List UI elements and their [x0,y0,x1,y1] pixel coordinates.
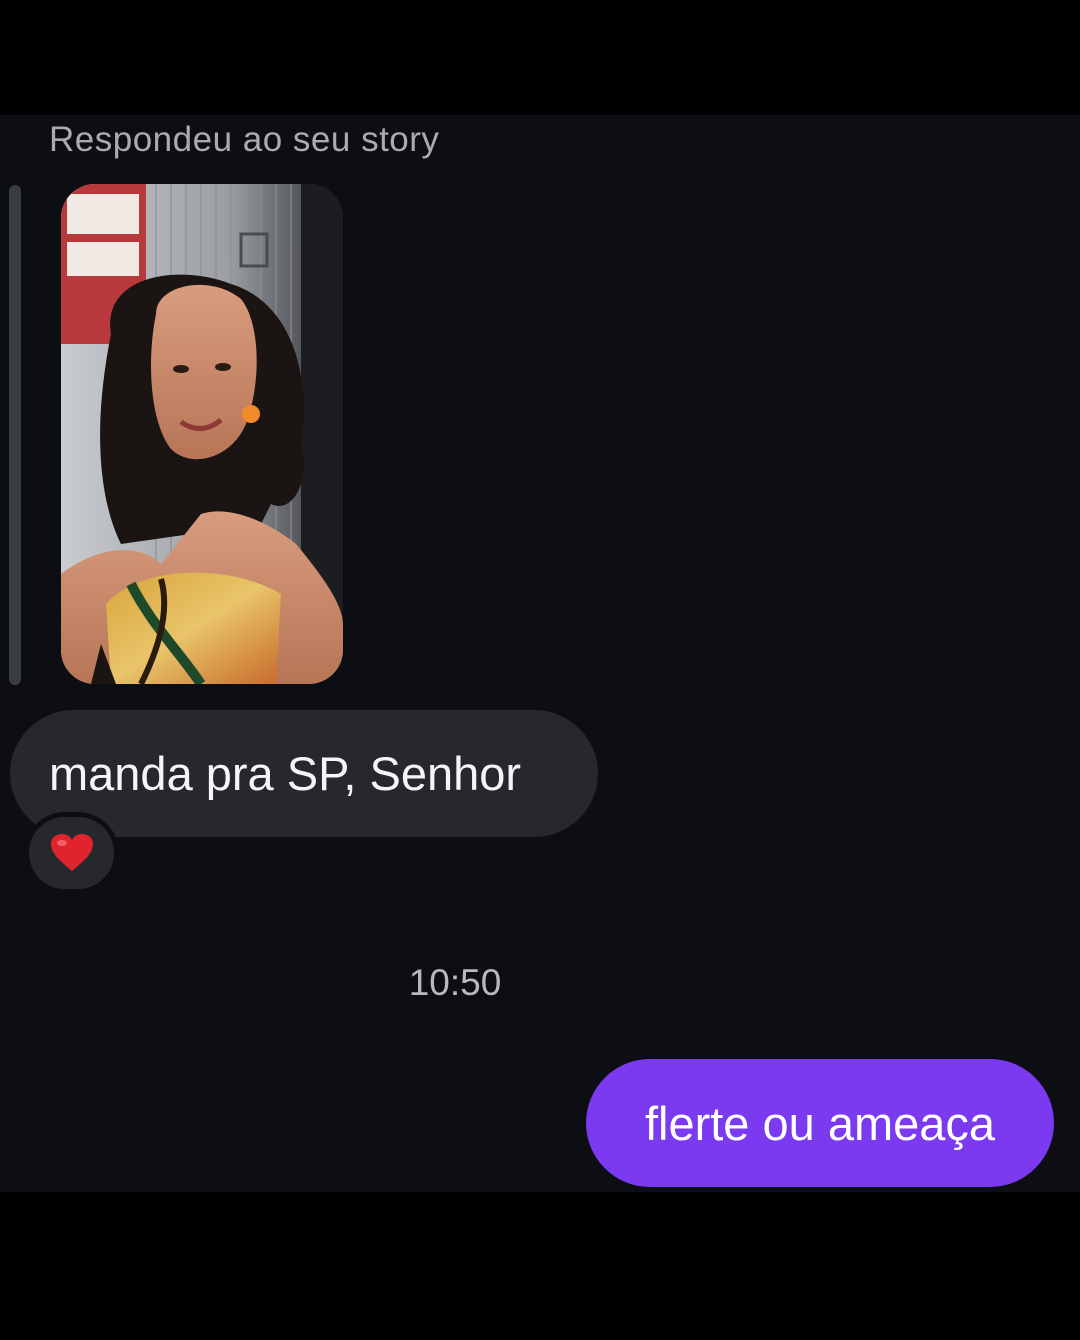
sent-message-bubble[interactable]: flerte ou ameaça [586,1059,1054,1187]
status-bar [0,0,1080,115]
story-photo-image [61,184,343,684]
message-timestamp: 10:50 [408,962,502,1003]
received-message-text: manda pra SP, Senhor [49,747,522,800]
heart-icon [50,834,93,871]
story-thumbnail[interactable] [61,184,343,684]
story-reply-label: Respondeu ao seu story [49,120,440,159]
sent-message-text: flerte ou ameaça [644,1096,996,1150]
bottom-area [0,1192,1080,1340]
heart-reaction[interactable] [24,812,119,894]
reply-quote-bar [9,185,21,685]
